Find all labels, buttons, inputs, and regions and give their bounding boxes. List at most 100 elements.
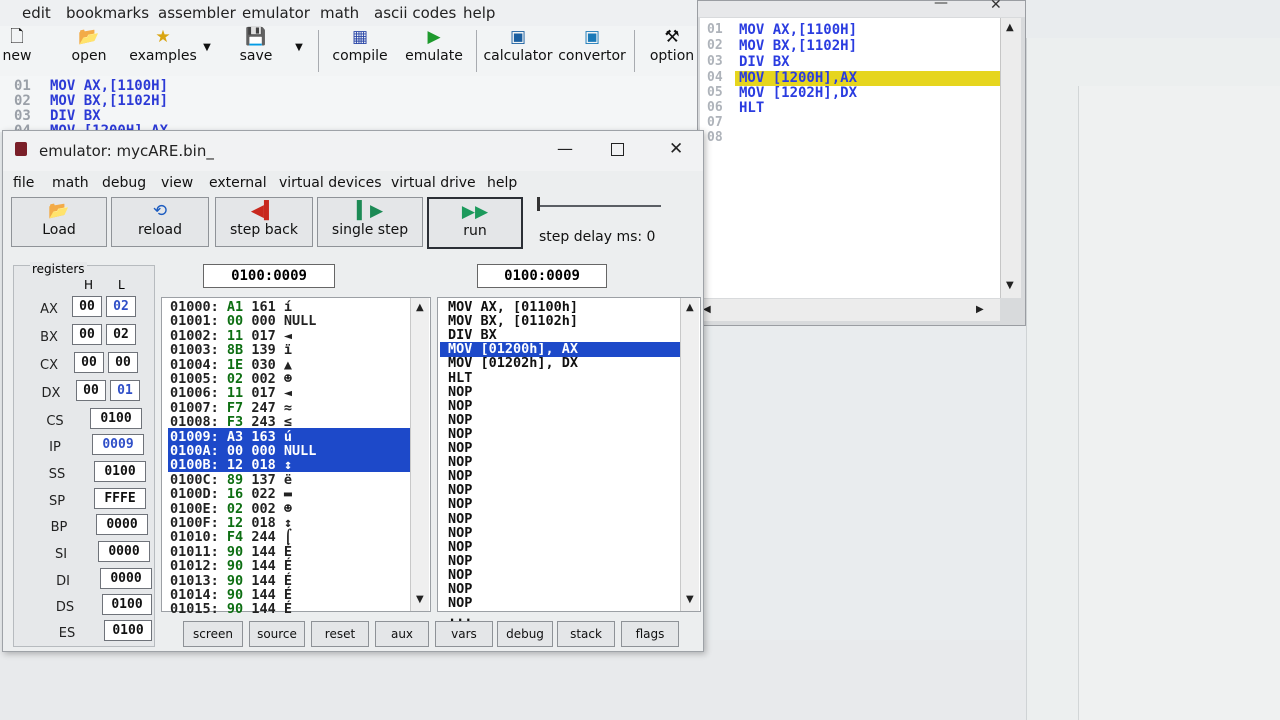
- menu-help[interactable]: help: [463, 4, 495, 22]
- si-field[interactable]: 0000: [98, 541, 150, 562]
- examples-button[interactable]: ★ examples: [126, 26, 200, 76]
- memory-row[interactable]: 0100F: 12 018 ↕: [170, 516, 410, 530]
- stack-button[interactable]: stack: [557, 621, 615, 647]
- memory-address-input[interactable]: 0100:0009: [203, 264, 335, 288]
- menu-bookmarks[interactable]: bookmarks: [66, 4, 149, 22]
- ds-field[interactable]: 0100: [102, 594, 152, 615]
- vertical-scrollbar[interactable]: ▲ ▼: [680, 298, 699, 611]
- source-code-area[interactable]: 01 MOV AX,[1100H] 02 MOV BX,[1102H] 03 D…: [700, 18, 1001, 298]
- vertical-scrollbar[interactable]: ▲ ▼: [1000, 18, 1021, 298]
- new-button[interactable]: 🗋 new: [0, 26, 34, 76]
- reset-button[interactable]: reset: [311, 621, 369, 647]
- slider-handle[interactable]: [537, 197, 540, 211]
- memory-row[interactable]: 0100E: 02 002 ☻: [170, 502, 410, 516]
- close-icon[interactable]: —: [934, 0, 948, 11]
- disassembly-row[interactable]: NOP: [448, 427, 472, 441]
- memory-row[interactable]: 01009: A3 163 ú: [170, 430, 410, 444]
- step-back-button[interactable]: ◀▍ step back: [215, 197, 313, 247]
- menu-help[interactable]: help: [487, 175, 517, 191]
- disassembly-row[interactable]: MOV AX, [01100h]: [448, 300, 578, 314]
- scroll-down-icon[interactable]: ▼: [1006, 280, 1014, 291]
- disassembly-row[interactable]: NOP: [448, 399, 472, 413]
- screen-button[interactable]: screen: [183, 621, 243, 647]
- calculator-button[interactable]: ▣ calculator: [482, 26, 554, 76]
- scroll-up-icon[interactable]: ▲: [1006, 22, 1014, 33]
- disassembly-row[interactable]: NOP: [448, 455, 472, 469]
- minimize-icon[interactable]: —: [557, 139, 573, 158]
- options-button[interactable]: ⚒ option: [644, 26, 700, 76]
- maximize-icon[interactable]: [611, 143, 624, 156]
- scroll-down-icon[interactable]: ▼: [416, 594, 424, 605]
- disassembly-row[interactable]: NOP: [448, 568, 472, 582]
- reload-button[interactable]: ⟲ reload: [111, 197, 209, 247]
- scroll-left-icon[interactable]: ◀: [703, 304, 711, 315]
- close-icon[interactable]: ✕: [990, 0, 1002, 13]
- sp-field[interactable]: FFFE: [94, 488, 146, 509]
- step-delay-slider[interactable]: [537, 197, 661, 211]
- memory-row[interactable]: 01002: 11 017 ◄: [170, 329, 410, 343]
- memory-list[interactable]: ▲ ▼ 01000: A1 161 í 01001: 00 000 NULL 010…: [161, 297, 431, 616]
- memory-row[interactable]: 01003: 8B 139 ï: [170, 343, 410, 357]
- memory-row[interactable]: 0100B: 12 018 ↕: [170, 458, 410, 472]
- ax-low-field[interactable]: 02: [106, 296, 136, 317]
- bx-low-field[interactable]: 02: [106, 324, 136, 345]
- menu-emulator[interactable]: emulator: [242, 4, 310, 22]
- es-field[interactable]: 0100: [104, 620, 152, 641]
- bp-field[interactable]: 0000: [96, 514, 148, 535]
- menu-math[interactable]: math: [320, 4, 359, 22]
- flags-button[interactable]: flags: [621, 621, 679, 647]
- ip-field[interactable]: 0009: [92, 434, 144, 455]
- emulate-button[interactable]: ▶ emulate: [402, 26, 466, 76]
- disassembly-row[interactable]: NOP: [448, 540, 472, 554]
- memory-row[interactable]: 0100A: 00 000 NULL: [170, 444, 410, 458]
- ax-high-field[interactable]: 00: [72, 296, 102, 317]
- scroll-up-icon[interactable]: ▲: [416, 302, 424, 313]
- memory-row[interactable]: 01006: 11 017 ◄: [170, 386, 410, 400]
- disassembly-row[interactable]: NOP: [448, 526, 472, 540]
- disassembly-row[interactable]: NOP: [448, 385, 472, 399]
- menu-virtual-devices[interactable]: virtual devices: [279, 175, 382, 191]
- menu-view[interactable]: view: [161, 175, 193, 191]
- memory-row[interactable]: 01008: F3 243 ≤: [170, 415, 410, 429]
- load-button[interactable]: 📂 Load: [11, 197, 107, 247]
- menu-ascii-codes[interactable]: ascii codes: [374, 4, 456, 22]
- memory-row[interactable]: 01005: 02 002 ☻: [170, 372, 410, 386]
- memory-row[interactable]: 01001: 00 000 NULL: [170, 314, 410, 328]
- source-button[interactable]: source: [249, 621, 305, 647]
- memory-row[interactable]: 01015: 90 144 É: [170, 602, 410, 616]
- disassembly-row[interactable]: NOP: [448, 483, 472, 497]
- vertical-scrollbar[interactable]: ▲ ▼: [410, 298, 429, 611]
- memory-row[interactable]: 01007: F7 247 ≈: [170, 401, 410, 415]
- horizontal-scrollbar[interactable]: ◀ ▶: [700, 299, 1000, 321]
- scroll-up-icon[interactable]: ▲: [686, 302, 694, 313]
- menu-assembler[interactable]: assembler: [158, 4, 236, 22]
- code-editor[interactable]: 01 MOV AX,[1100H] 02 MOV BX,[1102H] 03 D…: [0, 76, 700, 139]
- ss-field[interactable]: 0100: [94, 461, 146, 482]
- menu-external[interactable]: external: [209, 175, 267, 191]
- memory-row[interactable]: 01012: 90 144 É: [170, 559, 410, 573]
- debug-button[interactable]: debug: [497, 621, 553, 647]
- menu-file[interactable]: file: [13, 175, 34, 191]
- scroll-down-icon[interactable]: ▼: [686, 594, 694, 605]
- disassembly-list[interactable]: ▲ ▼ MOV AX, [01100h] MOV BX, [01102h] DIV …: [437, 297, 701, 624]
- open-button[interactable]: 📂 open: [66, 26, 112, 76]
- disassembly-row[interactable]: HLT: [448, 371, 472, 385]
- bx-high-field[interactable]: 00: [72, 324, 102, 345]
- disassembly-row[interactable]: NOP: [448, 582, 472, 596]
- compile-button[interactable]: ▦ compile: [328, 26, 392, 76]
- disassembly-address-input[interactable]: 0100:0009: [477, 264, 607, 288]
- memory-row[interactable]: 0100C: 89 137 ë: [170, 473, 410, 487]
- menu-math[interactable]: math: [52, 175, 89, 191]
- dx-high-field[interactable]: 00: [76, 380, 106, 401]
- convertor-button[interactable]: ▣ convertor: [558, 26, 626, 76]
- dx-low-field[interactable]: 01: [110, 380, 140, 401]
- disassembly-row[interactable]: NOP: [448, 554, 472, 568]
- disassembly-row[interactable]: MOV [01202h], DX: [448, 356, 578, 370]
- disassembly-row[interactable]: NOP: [448, 469, 472, 483]
- disassembly-row[interactable]: NOP: [448, 413, 472, 427]
- memory-row[interactable]: 01011: 90 144 É: [170, 545, 410, 559]
- disassembly-row[interactable]: NOP: [448, 512, 472, 526]
- disassembly-row[interactable]: NOP: [448, 497, 472, 511]
- cx-low-field[interactable]: 00: [108, 352, 138, 373]
- save-button[interactable]: 💾 save: [232, 26, 280, 76]
